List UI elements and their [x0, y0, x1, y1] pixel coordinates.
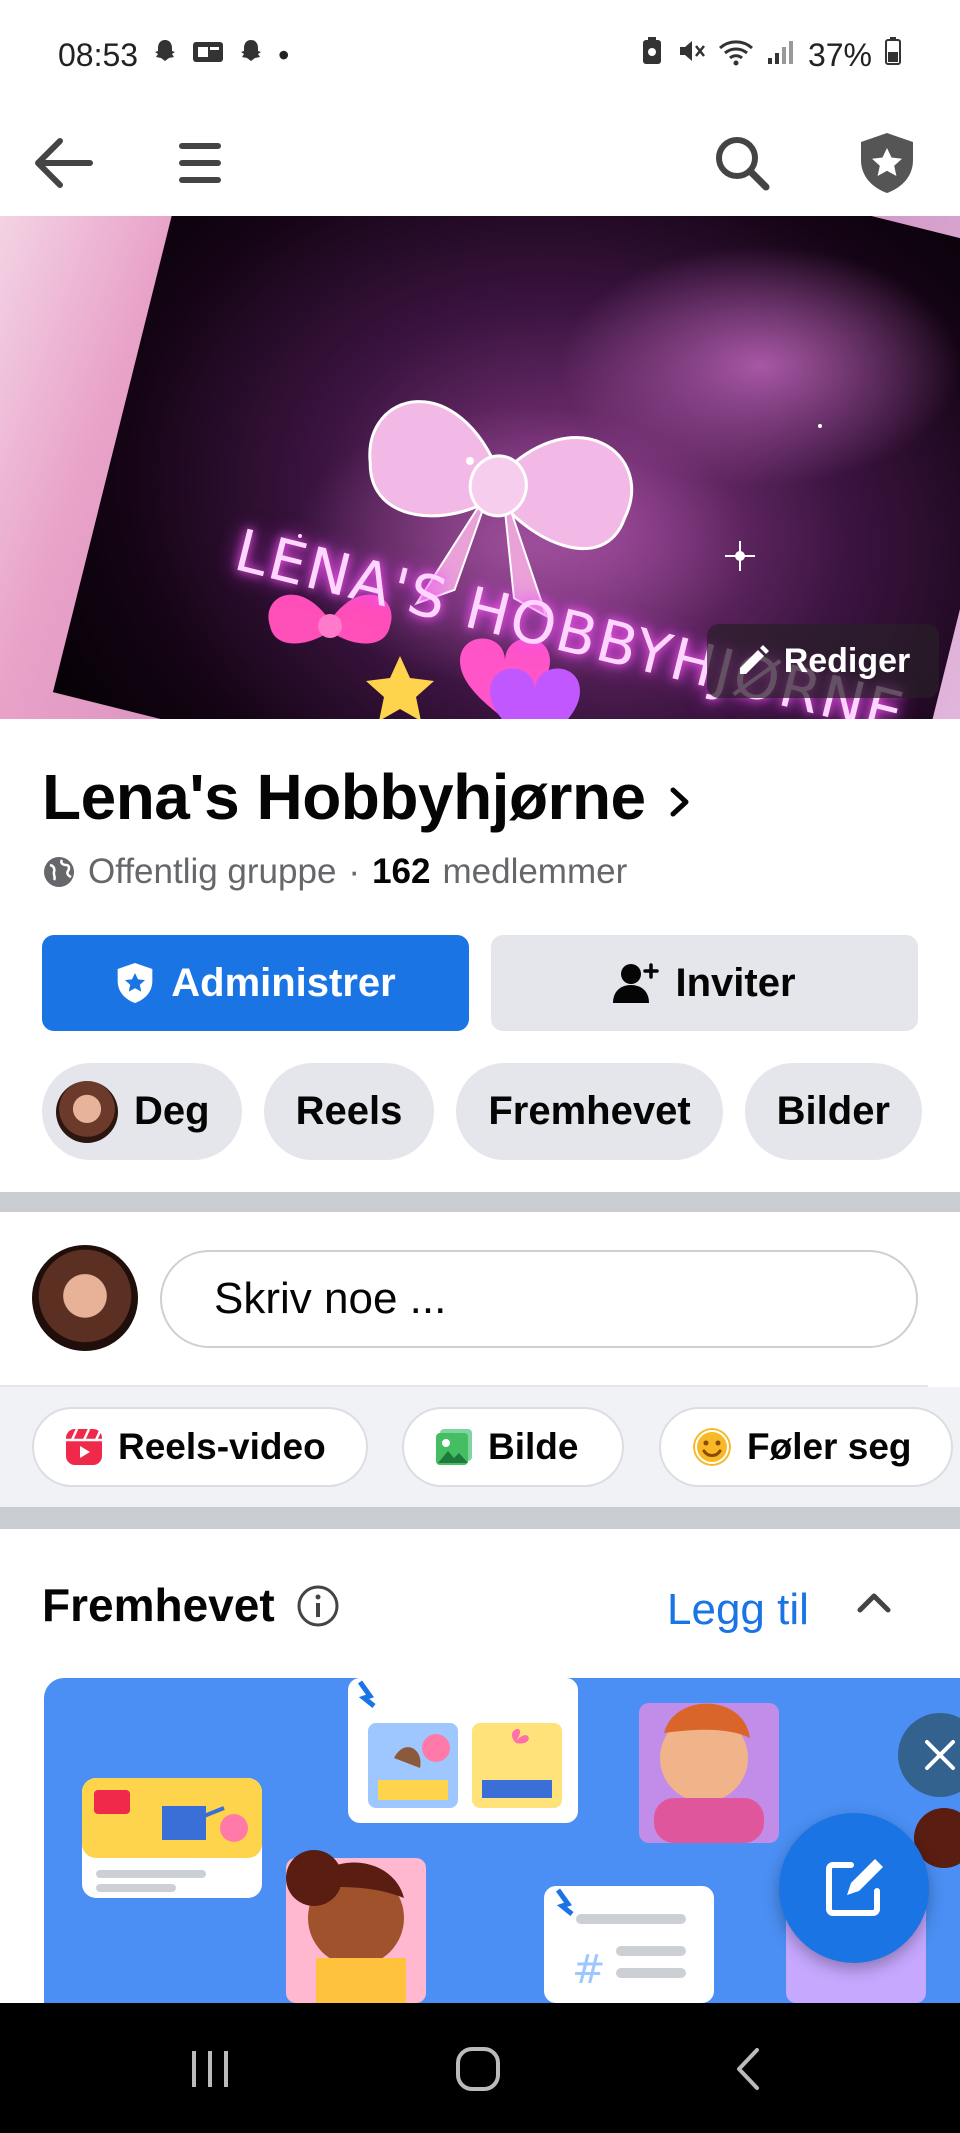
- status-more-dot: •: [278, 36, 290, 73]
- chevron-left-icon: [737, 2048, 759, 2090]
- mute-icon: [676, 36, 706, 74]
- home-button[interactable]: [418, 2031, 538, 2107]
- group-title-row[interactable]: Lena's Hobbyhjørne: [42, 760, 692, 834]
- menu-button[interactable]: [155, 118, 245, 208]
- member-label: medlemmer: [442, 852, 628, 891]
- manage-label: Administrer: [171, 960, 396, 1005]
- reels-video-button[interactable]: Reels-video: [32, 1407, 368, 1487]
- home-icon: [456, 2047, 500, 2091]
- notification-app-icon: [192, 39, 224, 72]
- group-privacy: Offentlig gruppe: [88, 852, 337, 891]
- add-featured-link[interactable]: Legg til: [667, 1585, 809, 1635]
- globe-icon: [44, 857, 74, 887]
- close-icon: [925, 1740, 955, 1770]
- section-divider: [0, 1192, 960, 1212]
- tab-label: Deg: [134, 1089, 210, 1133]
- avatar[interactable]: [32, 1245, 138, 1351]
- post-composer-input[interactable]: Skriv noe ...: [160, 1250, 918, 1348]
- recent-apps-button[interactable]: [150, 2031, 270, 2107]
- add-person-icon: [613, 963, 660, 1003]
- back-nav-button[interactable]: [688, 2031, 808, 2107]
- battery-percent: 37%: [807, 36, 872, 73]
- avatar: [56, 1080, 118, 1143]
- battery-icon: [884, 36, 902, 74]
- snapchat-icon: [236, 37, 266, 74]
- reels-icon: [66, 1428, 103, 1465]
- shield-star-icon: [861, 133, 913, 193]
- snapchat-icon: [150, 37, 180, 74]
- chevron-right-icon: [670, 787, 689, 817]
- arrow-left-icon: [35, 138, 93, 188]
- section-divider: [0, 1507, 960, 1529]
- create-post-button[interactable]: [779, 1813, 929, 1963]
- quick-action-label: Bilde: [488, 1426, 579, 1467]
- invite-label: Inviter: [675, 960, 796, 1005]
- wifi-icon: [718, 37, 754, 74]
- tab-reels[interactable]: Reels: [263, 1063, 435, 1160]
- tab-you[interactable]: Deg: [42, 1063, 242, 1160]
- quick-action-label: Reels-video: [118, 1426, 326, 1467]
- invite-button[interactable]: Inviter: [491, 935, 918, 1031]
- battery-saver-icon: [640, 36, 664, 74]
- search-icon: [716, 137, 770, 191]
- chevron-up-icon[interactable]: [856, 1590, 892, 1614]
- search-button[interactable]: [697, 118, 787, 208]
- recent-apps-icon: [192, 2051, 228, 2087]
- top-navigation: [0, 110, 960, 216]
- meta-separator: ·: [348, 852, 361, 891]
- smiley-icon: [693, 1428, 731, 1466]
- group-meta: Offentlig gruppe · 162 medlemmer: [42, 852, 627, 892]
- group-name: Lena's Hobbyhjørne: [42, 761, 646, 833]
- tab-label: Bilder: [776, 1089, 890, 1133]
- status-bar: 08:53 • 37%: [0, 0, 960, 110]
- feeling-button[interactable]: Føler seg: [659, 1407, 953, 1487]
- featured-title: Fremhevet: [42, 1579, 275, 1631]
- status-time: 08:53: [58, 36, 139, 73]
- signal-icon: [766, 37, 796, 74]
- tab-label: Fremhevet: [488, 1089, 691, 1133]
- edit-cover-label: Rediger: [783, 641, 911, 680]
- member-count: 162: [372, 852, 431, 891]
- svg-text:#: #: [572, 1947, 606, 1993]
- tab-label: Reels: [295, 1089, 403, 1133]
- info-icon[interactable]: [296, 1584, 340, 1628]
- group-tabs: Deg Reels Fremhevet Bilder: [42, 1063, 922, 1160]
- hamburger-icon: [179, 143, 221, 183]
- compose-icon: [826, 1859, 883, 1916]
- tab-photos[interactable]: Bilder: [744, 1063, 922, 1160]
- back-button[interactable]: [18, 118, 108, 208]
- manage-button[interactable]: Administrer: [42, 935, 469, 1031]
- edit-cover-button[interactable]: Rediger: [707, 624, 939, 698]
- system-navigation-bar: [0, 2003, 960, 2133]
- photo-icon: [436, 1429, 472, 1465]
- tab-featured[interactable]: Fremhevet: [456, 1063, 723, 1160]
- pencil-icon: [739, 645, 769, 674]
- shield-star-icon: [117, 963, 153, 1003]
- quick-actions-row: Reels-video Bilde Føler seg: [0, 1387, 960, 1507]
- quick-action-label: Føler seg: [747, 1426, 912, 1467]
- photo-button[interactable]: Bilde: [402, 1407, 624, 1487]
- composer-placeholder: Skriv noe ...: [214, 1274, 447, 1323]
- admin-tools-button[interactable]: [842, 118, 932, 208]
